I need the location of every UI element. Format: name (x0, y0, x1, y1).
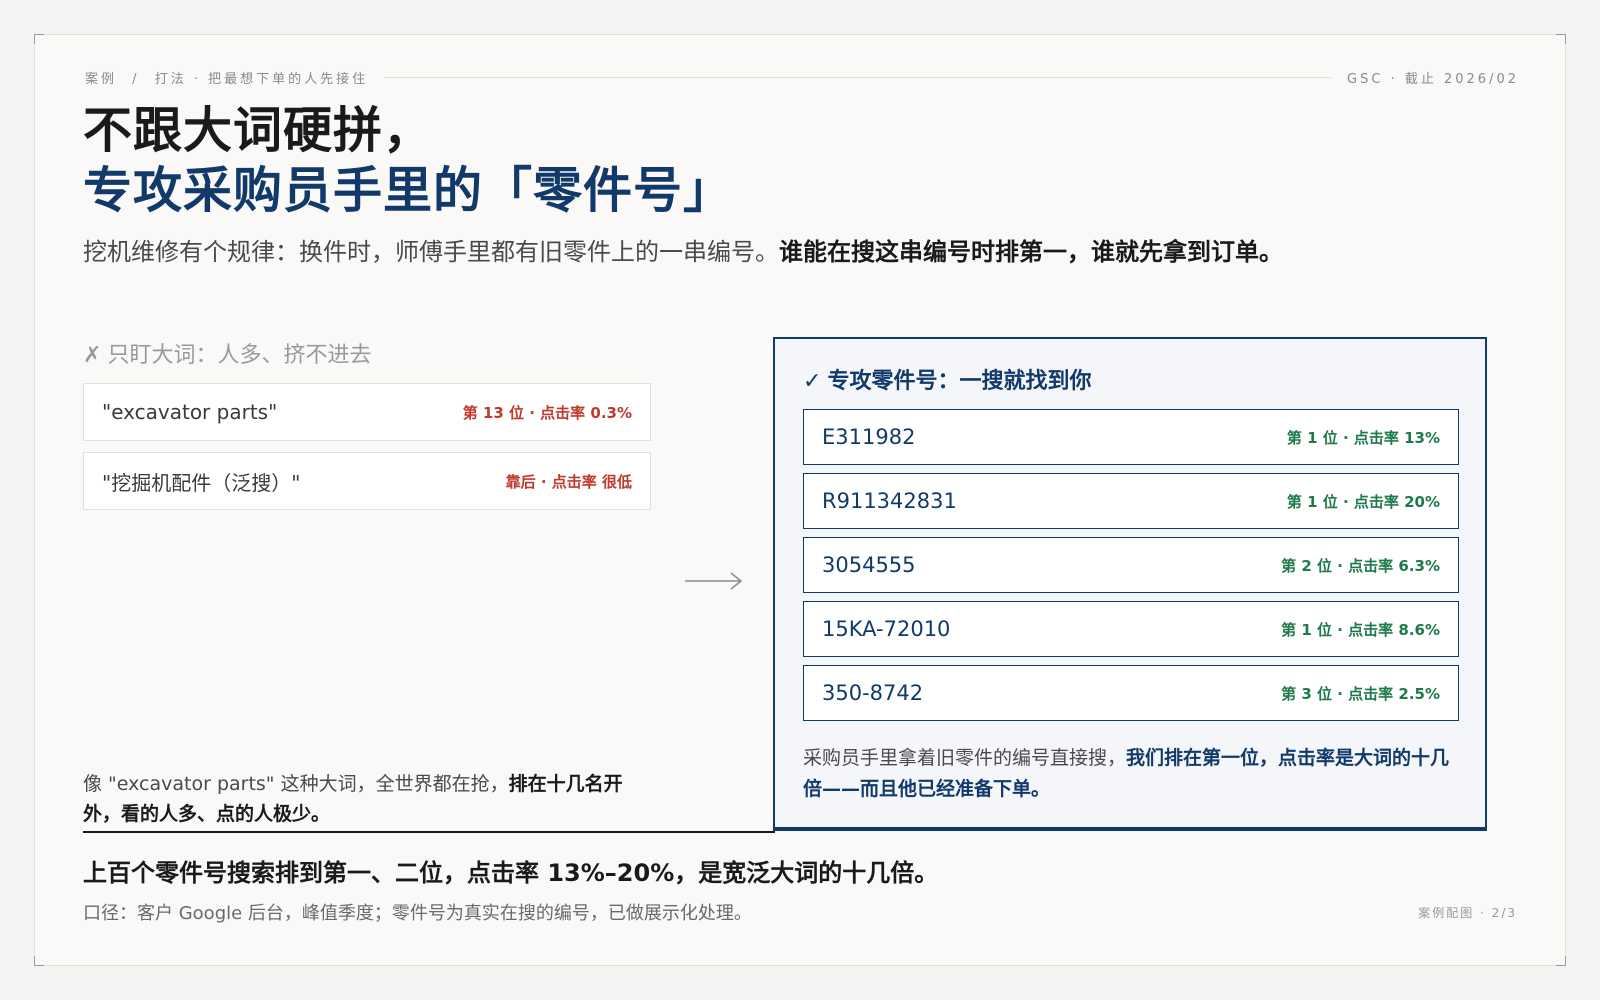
top-bar: 案例 / 打法 · 把最想下单的人先接住 GSC · 截止 2026/02 (85, 68, 1519, 87)
part-number-row: 3054555 第 2 位 · 点击率 6.3% (803, 537, 1459, 593)
part-number-row: E311982 第 1 位 · 点击率 13% (803, 409, 1459, 465)
broad-keyword-row: "excavator parts" 第 13 位 · 点击率 0.3% (83, 383, 651, 441)
rank-ctr-badge: 第 3 位 · 点击率 2.5% (1281, 684, 1440, 703)
part-number-text: 3054555 (822, 553, 916, 577)
rank-ctr-badge: 第 1 位 · 点击率 20% (1286, 492, 1440, 511)
part-number-text: R911342831 (822, 489, 957, 513)
broad-keywords-heading: ✗ 只盯大词：人多、挤不进去 (83, 337, 371, 369)
rank-ctr-badge: 第 1 位 · 点击率 8.6% (1281, 620, 1440, 639)
page-title: 不跟大词硬拼， 专攻采购员手里的「零件号」 (83, 101, 733, 221)
conclusion-text: 上百个零件号搜索排到第一、二位，点击率 13%–20%，是宽泛大词的十几倍。 (83, 859, 939, 887)
part-number-panel: ✓ 专攻零件号：一搜就找到你 E311982 第 1 位 · 点击率 13% R9… (773, 337, 1487, 831)
slide-frame: 案例 / 打法 · 把最想下单的人先接住 GSC · 截止 2026/02 不跟… (34, 34, 1566, 966)
part-number-note: 采购员手里拿着旧零件的编号直接搜，我们排在第一位，点击率是大词的十几倍——而且他… (803, 743, 1463, 805)
title-line-1: 不跟大词硬拼， (83, 102, 434, 159)
lede-emphasis: 谁能在搜这串编号时排第一，谁就先拿到订单。 (779, 238, 1283, 266)
title-line-2: 专攻采购员手里的「零件号」 (83, 162, 734, 219)
note-plain: 像 "excavator parts" 这种大词，全世界都在抢， (83, 773, 509, 795)
part-number-row: 350-8742 第 3 位 · 点击率 2.5% (803, 665, 1459, 721)
part-number-text: E311982 (822, 425, 916, 449)
corner-mark (1556, 34, 1566, 44)
lede-plain: 挖机维修有个规律：换件时，师傅手里都有旧零件上的一串编号。 (83, 238, 779, 266)
part-number-text: 350-8742 (822, 681, 924, 705)
part-number-row: R911342831 第 1 位 · 点击率 20% (803, 473, 1459, 529)
broad-keywords-title: 只盯大词：人多、挤不进去 (107, 343, 372, 368)
broad-keyword-row: "挖掘机配件（泛搜）" 靠后 · 点击率 很低 (83, 452, 651, 510)
part-number-title: 专攻零件号：一搜就找到你 (827, 369, 1092, 394)
corner-mark (34, 34, 44, 44)
keyword-text: "挖掘机配件（泛搜）" (102, 470, 301, 495)
breadcrumb-separator: / (132, 71, 140, 87)
section-divider (83, 831, 775, 833)
part-number-text: 15KA-72010 (822, 617, 951, 641)
rank-ctr-badge: 靠后 · 点击率 很低 (505, 472, 632, 491)
check-icon: ✓ (803, 369, 822, 394)
broad-keywords-note: 像 "excavator parts" 这种大词，全世界都在抢，排在十几名开外，… (83, 769, 643, 829)
part-number-row: 15KA-72010 第 1 位 · 点击率 8.6% (803, 601, 1459, 657)
cross-icon: ✗ (83, 343, 102, 368)
source-note: 口径：客户 Google 后台，峰值季度；零件号为真实在搜的编号，已做展示化处理… (83, 903, 752, 924)
lede-paragraph: 挖机维修有个规律：换件时，师傅手里都有旧零件上的一串编号。谁能在搜这串编号时排第… (83, 233, 1303, 271)
part-number-heading: ✓ 专攻零件号：一搜就找到你 (803, 363, 1091, 395)
rank-ctr-badge: 第 2 位 · 点击率 6.3% (1281, 556, 1440, 575)
source-date-label: GSC · 截止 2026/02 (1347, 71, 1519, 87)
header-rule (384, 76, 1332, 78)
corner-mark (34, 956, 44, 966)
note-plain: 采购员手里拿着旧零件的编号直接搜， (803, 747, 1127, 769)
page-indicator: 案例配图 · 2/3 (1418, 906, 1517, 920)
keyword-text: "excavator parts" (102, 400, 278, 424)
breadcrumb-item: 打法 · 把最想下单的人先接住 (154, 71, 369, 87)
breadcrumb-item: 案例 (85, 71, 118, 87)
corner-mark (1556, 956, 1566, 966)
breadcrumb: 案例 / 打法 · 把最想下单的人先接住 (85, 68, 368, 87)
rank-ctr-badge: 第 1 位 · 点击率 13% (1286, 428, 1440, 447)
arrow-right-icon (685, 572, 743, 590)
rank-ctr-badge: 第 13 位 · 点击率 0.3% (462, 403, 632, 422)
